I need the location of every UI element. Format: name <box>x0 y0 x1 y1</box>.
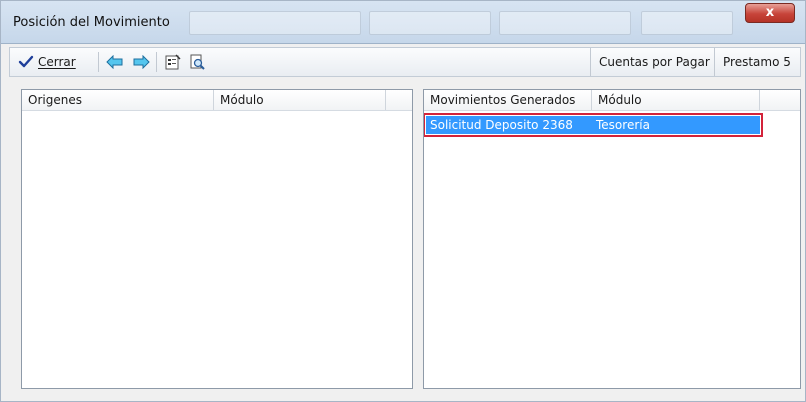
background-window-shape <box>641 11 733 35</box>
origenes-list[interactable]: Origenes Módulo <box>21 89 413 389</box>
window: Posición del Movimiento x Cerrar Cuentas… <box>0 0 806 402</box>
status-module: Cuentas por Pagar <box>590 48 714 76</box>
forward-button[interactable] <box>130 51 152 73</box>
toolbar: Cerrar Cuentas por Pagar Prestamo 5 <box>9 47 801 77</box>
movimientos-generados-list[interactable]: Movimientos Generados Módulo Solicitud D… <box>423 89 801 389</box>
status-document: Prestamo 5 <box>714 48 800 76</box>
column-header-modulo[interactable]: Módulo <box>592 90 760 110</box>
background-window-shape <box>189 11 361 35</box>
movimiento-cell: Solicitud Deposito 2368 <box>430 118 573 132</box>
toolbar-separator <box>98 52 99 72</box>
cerrar-label: Cerrar <box>38 55 76 69</box>
column-header-origenes[interactable]: Origenes <box>22 90 214 110</box>
background-window-shape <box>369 11 491 35</box>
close-button[interactable]: x <box>745 3 795 23</box>
properties-button[interactable] <box>162 51 184 73</box>
back-button[interactable] <box>104 51 126 73</box>
modulo-cell: Tesorería <box>596 118 650 132</box>
list-header: Movimientos Generados Módulo <box>424 90 800 111</box>
list-header: Origenes Módulo <box>22 90 412 111</box>
preview-button[interactable] <box>186 51 208 73</box>
arrow-left-icon <box>106 55 124 69</box>
toolbar-separator <box>156 52 157 72</box>
column-header-filler <box>760 90 800 110</box>
panel-splitter[interactable] <box>413 89 419 389</box>
properties-icon <box>165 54 181 70</box>
title-bar[interactable]: Posición del Movimiento x <box>1 1 805 44</box>
cerrar-button[interactable]: Cerrar <box>14 51 94 73</box>
window-title: Posición del Movimiento <box>13 15 170 30</box>
preview-icon <box>189 54 205 70</box>
background-window-shape <box>499 11 631 35</box>
arrow-right-icon <box>132 55 150 69</box>
column-header-modulo[interactable]: Módulo <box>214 90 386 110</box>
close-icon: x <box>765 5 775 20</box>
column-header-filler <box>386 90 406 110</box>
column-header-movimientos-generados[interactable]: Movimientos Generados <box>424 90 592 110</box>
check-icon <box>18 54 34 70</box>
list-item[interactable]: Solicitud Deposito 2368 Tesorería <box>424 113 763 137</box>
